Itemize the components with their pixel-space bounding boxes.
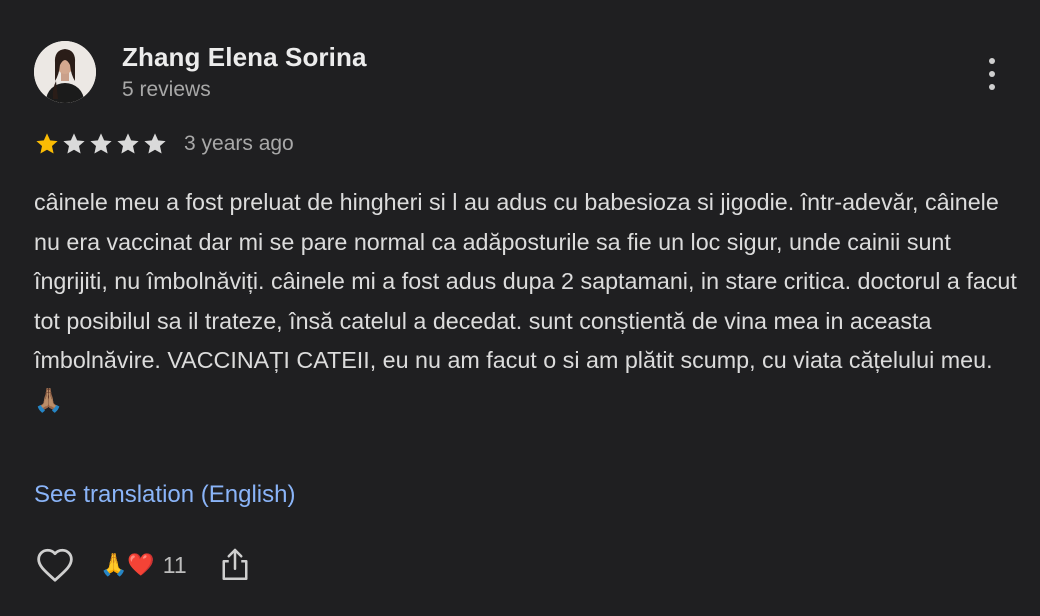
author-name[interactable]: Zhang Elena Sorina (122, 42, 367, 73)
rating-row: 3 years ago (34, 128, 294, 160)
review-card: Zhang Elena Sorina 5 reviews 3 years ago… (0, 0, 1040, 616)
reactions[interactable]: 🙏❤️ 11 (100, 552, 187, 579)
see-translation-link[interactable]: See translation (English) (34, 481, 295, 509)
avatar-image (34, 41, 96, 103)
more-vert-icon-dot (989, 71, 995, 77)
reaction-count: 11 (162, 551, 187, 578)
review-text: câinele meu a fost preluat de hingheri s… (34, 189, 1017, 413)
share-button[interactable] (217, 545, 253, 585)
author-review-count: 5 reviews (122, 78, 211, 101)
star-rating (34, 131, 168, 157)
more-options-button[interactable] (976, 54, 1008, 94)
avatar[interactable] (34, 41, 96, 103)
star-empty-icon (90, 133, 112, 154)
like-button[interactable] (34, 545, 76, 585)
review-actions: 🙏❤️ 11 (34, 545, 253, 585)
share-icon (222, 548, 248, 580)
star-empty-icon (63, 133, 85, 154)
more-vert-icon (989, 58, 995, 64)
star-empty-icon (144, 133, 166, 154)
more-vert-icon-dot (989, 84, 995, 90)
heart-outline-icon (37, 548, 73, 582)
reaction-emoji: 🙏❤️ (100, 552, 155, 577)
star-filled-icon (36, 133, 58, 154)
review-timestamp: 3 years ago (184, 132, 294, 155)
star-empty-icon (117, 133, 139, 154)
